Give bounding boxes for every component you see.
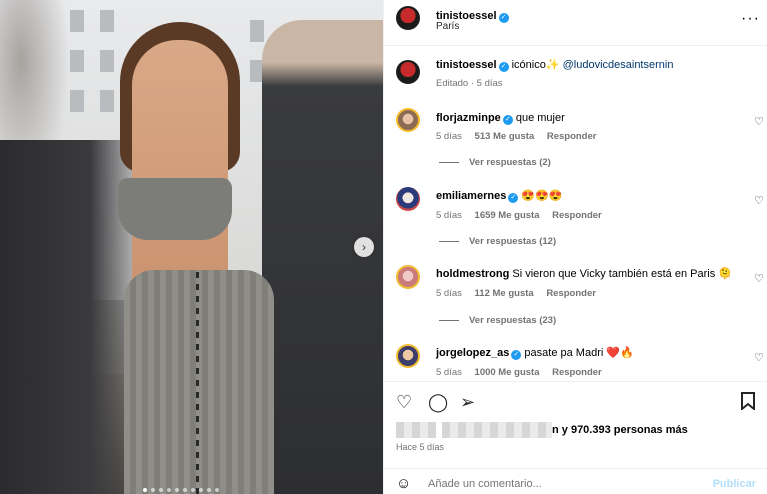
comment-text: 😍😍😍 bbox=[521, 190, 563, 202]
comment-age: 5 días bbox=[436, 131, 462, 142]
carousel-dot bbox=[215, 488, 219, 492]
likes-summary[interactable]: n y 970.393 personas más bbox=[396, 422, 688, 438]
comment-username[interactable]: florjazminpe bbox=[436, 112, 501, 124]
comment-age: 5 días bbox=[436, 367, 462, 378]
reply-button[interactable]: Responder bbox=[552, 210, 602, 221]
plaid-skirt bbox=[124, 270, 274, 494]
comment-username[interactable]: holdmestrong bbox=[436, 268, 509, 280]
caption-mention[interactable]: @ludovicdesaintsernin bbox=[563, 59, 674, 71]
more-horizontal-icon[interactable]: ··· bbox=[741, 10, 760, 28]
view-replies[interactable]: Ver respuestas (2) bbox=[439, 157, 551, 168]
heart-icon[interactable]: ♡ bbox=[754, 351, 764, 364]
comment-username[interactable]: emiliamernes bbox=[436, 190, 506, 202]
comment-text: pasate pa Madri ❤️🔥 bbox=[524, 347, 634, 359]
action-bar: ♡ ◯ ➢ bbox=[384, 381, 767, 421]
comment-likes[interactable]: 112 Me gusta bbox=[475, 288, 534, 299]
reply-button[interactable]: Responder bbox=[547, 131, 597, 142]
send-icon[interactable]: ➢ bbox=[460, 392, 475, 413]
comment-likes[interactable]: 1659 Me gusta bbox=[475, 210, 540, 221]
caption-username[interactable]: tinistoessel bbox=[436, 59, 497, 71]
likes-count: n y 970.393 personas más bbox=[552, 424, 688, 436]
carousel-dot bbox=[175, 488, 179, 492]
carousel-dot bbox=[159, 488, 163, 492]
carousel-dot bbox=[207, 488, 211, 492]
liker-name-blurred bbox=[442, 422, 552, 438]
author-avatar[interactable] bbox=[396, 6, 420, 30]
verified-icon: ✓ bbox=[508, 193, 519, 203]
view-replies[interactable]: Ver respuestas (23) bbox=[439, 315, 556, 326]
caption-text: icónico bbox=[511, 59, 546, 71]
view-replies[interactable]: Ver respuestas (12) bbox=[439, 236, 556, 247]
sparkles-icon: ✨ bbox=[545, 59, 560, 71]
reply-button[interactable]: Responder bbox=[552, 367, 602, 378]
carousel-dot bbox=[199, 488, 203, 492]
commenter-avatar[interactable] bbox=[396, 108, 420, 132]
comment-icon[interactable]: ◯ bbox=[428, 392, 448, 413]
skirt-lacing bbox=[196, 272, 199, 494]
comment-composer: ☺ Publicar bbox=[384, 468, 767, 494]
verified-icon: ✓ bbox=[502, 115, 513, 125]
heart-icon[interactable]: ♡ bbox=[754, 194, 764, 207]
verified-icon: ✓ bbox=[511, 350, 522, 360]
comment-likes[interactable]: 1000 Me gusta bbox=[475, 367, 540, 378]
carousel-dot bbox=[191, 488, 195, 492]
comment-likes[interactable]: 513 Me gusta bbox=[475, 131, 535, 142]
post-header: tinistoessel ✓ París ··· bbox=[384, 0, 767, 46]
heart-icon[interactable]: ♡ bbox=[754, 272, 764, 285]
heart-icon[interactable]: ♡ bbox=[754, 115, 764, 128]
carousel-dot bbox=[143, 488, 147, 492]
heart-icon[interactable]: ♡ bbox=[396, 392, 412, 413]
post-location[interactable]: París bbox=[436, 21, 459, 32]
carousel-dot bbox=[151, 488, 155, 492]
next-photo-button[interactable]: › bbox=[354, 237, 374, 257]
commenter-avatar[interactable] bbox=[396, 187, 420, 211]
liker-avatars-blurred bbox=[396, 422, 436, 438]
post-panel: tinistoessel ✓ París ··· tinistoessel ✓ ic… bbox=[383, 0, 767, 494]
verified-icon: ✓ bbox=[498, 62, 509, 72]
post-age: Hace 5 días bbox=[396, 442, 445, 452]
plaid-top bbox=[118, 178, 232, 240]
verified-icon: ✓ bbox=[498, 13, 509, 23]
carousel-dot bbox=[183, 488, 187, 492]
comment-age: 5 días bbox=[436, 288, 462, 299]
carousel-dots bbox=[143, 488, 219, 492]
comment-age: 5 días bbox=[436, 210, 462, 221]
chevron-right-icon: › bbox=[362, 240, 366, 254]
author-avatar[interactable] bbox=[396, 60, 420, 84]
comment-text: que mujer bbox=[515, 112, 565, 124]
reply-button[interactable]: Responder bbox=[546, 288, 596, 299]
commenter-avatar[interactable] bbox=[396, 265, 420, 289]
carousel-dot bbox=[167, 488, 171, 492]
smiley-icon[interactable]: ☺ bbox=[396, 475, 411, 492]
man-in-coat bbox=[262, 20, 383, 494]
comment-text: Si vieron que Vicky también está en Pari… bbox=[512, 268, 732, 280]
caption-meta: Editado · 5 días bbox=[436, 78, 503, 89]
comment-input[interactable] bbox=[428, 478, 708, 490]
publish-button[interactable]: Publicar bbox=[713, 478, 756, 490]
bookmark-icon[interactable] bbox=[740, 392, 756, 415]
comment-username[interactable]: jorgelopez_as bbox=[436, 347, 509, 359]
commenter-avatar[interactable] bbox=[396, 344, 420, 368]
post-photo[interactable]: › bbox=[0, 0, 383, 494]
